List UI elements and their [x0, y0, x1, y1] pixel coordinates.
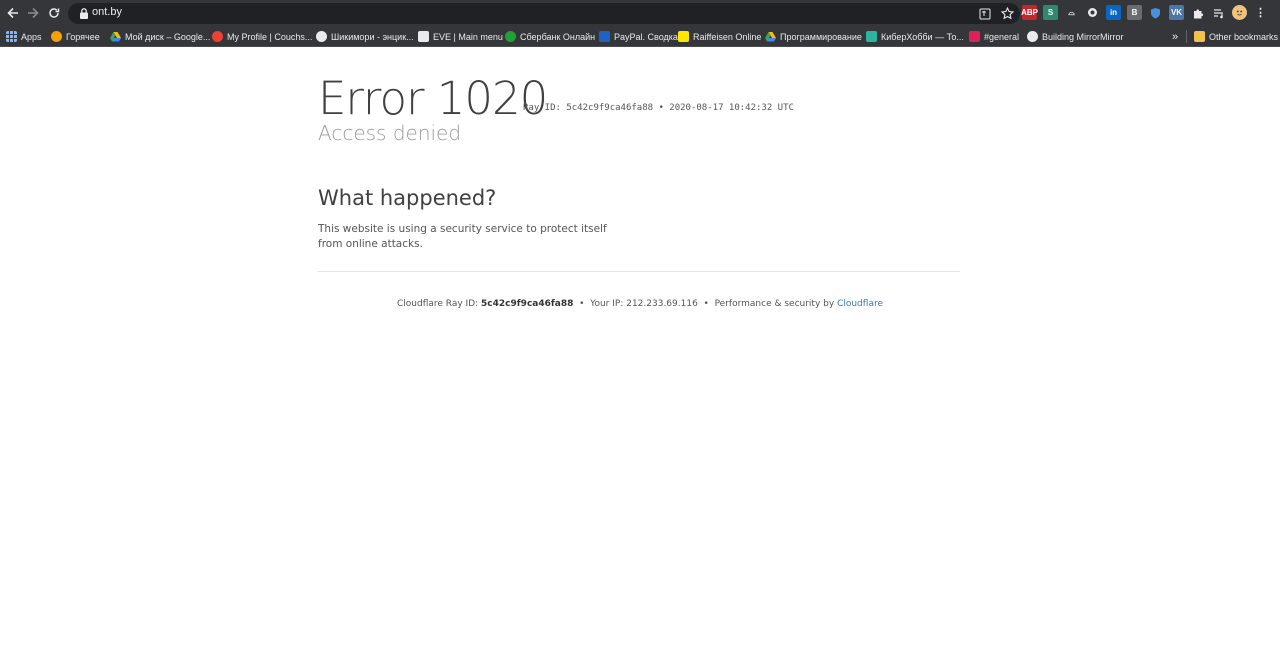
bookmark-label: Программирование: [780, 31, 862, 42]
folder-icon: [1194, 31, 1205, 42]
reload-icon: [49, 8, 60, 18]
section-title: What happened?: [318, 186, 497, 210]
bookmark-label: Apps: [21, 31, 42, 42]
bookmark-label: My Profile | Couchs...: [227, 31, 313, 42]
bookmark-item[interactable]: Building MirrorMirror: [1027, 29, 1124, 44]
google-drive-icon: [765, 32, 776, 42]
bookmark-item[interactable]: Raiffeisen Online: [678, 29, 761, 44]
bookmark-item[interactable]: PayPal. Сводка: [599, 29, 678, 44]
separator: •: [579, 299, 585, 309]
bookmark-item[interactable]: Горячее: [51, 29, 100, 44]
ip-text: Your IP: 212.233.69.116: [590, 299, 698, 309]
star-icon[interactable]: [1001, 7, 1014, 20]
b-extension-icon[interactable]: B: [1127, 5, 1142, 20]
bookmarks-divider: [1186, 30, 1187, 43]
reload-button[interactable]: [45, 4, 63, 22]
arrow-left-icon: [7, 7, 18, 19]
divider: [318, 271, 960, 272]
address-bar[interactable]: ont.by: [68, 3, 1020, 24]
media-queue-icon[interactable]: [1211, 5, 1226, 20]
bookmark-label: Мой диск – Google...: [125, 31, 211, 42]
ray-id-value: 5c42c9f9ca46fa88: [481, 299, 574, 309]
bookmark-label: #general: [984, 31, 1020, 42]
bookmark-item[interactable]: EVE | Main menu: [418, 29, 503, 44]
couchsurfing-icon: [212, 31, 223, 42]
cloudflare-link[interactable]: Cloudflare: [837, 299, 883, 309]
puzzle-icon[interactable]: [1190, 5, 1205, 20]
sberbank-icon: [505, 31, 516, 42]
cyberhobby-icon: [866, 31, 877, 42]
vk-icon[interactable]: VK: [1169, 5, 1184, 20]
ray-id-label: Cloudflare Ray ID:: [397, 299, 479, 309]
bookmark-item[interactable]: Программирование: [765, 29, 862, 44]
other-bookmarks[interactable]: Other bookmarks: [1194, 29, 1278, 44]
separator: •: [703, 299, 709, 309]
glasses-icon[interactable]: ⌓: [1064, 5, 1079, 20]
bookmark-item[interactable]: Мой диск – Google...: [110, 29, 210, 44]
bookmarks-bar: Apps Горячее Мой диск – Google... My Pro…: [0, 26, 1280, 47]
slack-icon: [969, 31, 980, 42]
github-icon: [1027, 31, 1038, 42]
bookmark-label: EVE | Main menu: [433, 31, 503, 42]
bookmark-label: КиберХобби — То...: [881, 31, 964, 42]
bookmarks-overflow-button[interactable]: »: [1172, 29, 1178, 44]
url-text: ont.by: [92, 6, 122, 18]
bookmark-label: Raiffeisen Online: [693, 31, 762, 42]
paypal-icon: [599, 31, 610, 42]
extensions-bar: ABP S ⌓ in B VK ⋮: [1021, 5, 1268, 20]
google-drive-icon: [110, 32, 121, 42]
s-extension-icon[interactable]: S: [1043, 5, 1058, 20]
bookmark-item[interactable]: Шикимори - энцик...: [316, 29, 414, 44]
cloudflare-footer: Cloudflare Ray ID: 5c42c9f9ca46fa88 • Yo…: [0, 299, 1280, 309]
adblock-icon[interactable]: ABP: [1021, 5, 1038, 20]
menu-dots-icon[interactable]: ⋮: [1253, 5, 1268, 20]
bookmark-label: PayPal. Сводка: [614, 31, 678, 42]
other-bookmarks-label: Other bookmarks: [1209, 31, 1279, 42]
lock-icon: [80, 8, 88, 19]
arrow-right-icon: [28, 7, 39, 19]
forward-button[interactable]: [24, 4, 42, 22]
bookmark-item[interactable]: КиберХобби — То...: [866, 29, 964, 44]
shield-icon[interactable]: [1148, 5, 1163, 20]
back-button[interactable]: [4, 4, 22, 22]
bookmark-label: Горячее: [66, 31, 100, 42]
bookmark-label: Building MirrorMirror: [1042, 31, 1124, 42]
raiffeisen-icon: [678, 31, 689, 42]
error-subtitle: Access denied: [318, 121, 462, 145]
bookmark-label: Шикимори - энцик...: [331, 31, 414, 42]
chevron-right-icon: »: [1172, 30, 1179, 43]
bookmark-apps[interactable]: Apps: [6, 29, 42, 44]
performance-text: Performance & security by: [714, 299, 835, 309]
circle-extension-icon[interactable]: [1085, 5, 1100, 20]
shikimori-icon: [316, 31, 327, 42]
bookmark-item[interactable]: My Profile | Couchs...: [212, 29, 312, 44]
apps-grid-icon: [6, 31, 17, 42]
avatar[interactable]: [1232, 5, 1247, 20]
ray-id-line: Ray ID: 5c42c9f9ca46fa88 • 2020-08-17 10…: [523, 103, 794, 113]
linkedin-icon[interactable]: in: [1106, 5, 1121, 20]
bookmark-label: Сбербанк Онлайн: [520, 31, 596, 42]
fire-icon: [51, 31, 62, 42]
translate-icon[interactable]: [979, 8, 991, 20]
bookmark-item[interactable]: #general: [969, 29, 1019, 44]
eve-icon: [418, 31, 429, 42]
browser-toolbar: ont.by ABP S ⌓ in B VK ⋮: [0, 0, 1280, 26]
section-description: This website is using a security service…: [318, 223, 607, 250]
bookmark-item[interactable]: Сбербанк Онлайн: [505, 29, 595, 44]
error-title: Error 1020: [318, 72, 548, 125]
